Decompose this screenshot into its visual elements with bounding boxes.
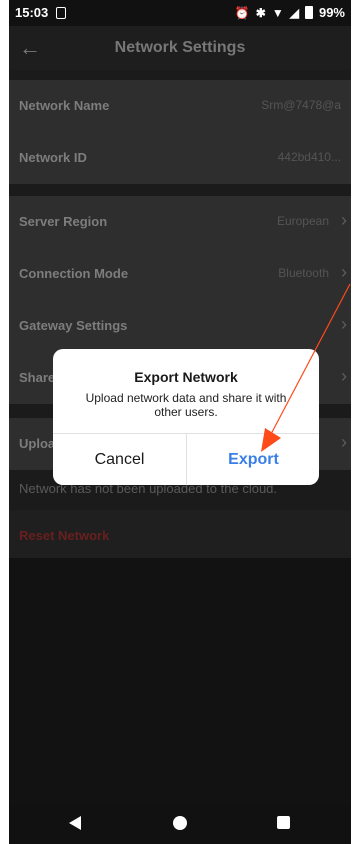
- reset-network-label: Reset Network: [19, 528, 110, 543]
- status-time: 15:03: [15, 5, 49, 20]
- export-button[interactable]: Export: [187, 434, 319, 485]
- dialog-message: Upload network data and share it with ot…: [85, 391, 287, 419]
- app-header: ← Network Settings: [9, 26, 351, 70]
- chevron-right-icon: ›: [341, 366, 347, 386]
- chevron-right-icon: ›: [341, 432, 347, 452]
- reset-network-row[interactable]: Reset Network: [9, 510, 351, 558]
- app-screen: 15:03 ⏰ ✱ ▼ ◢ 99% ← Network Settings Net…: [9, 0, 351, 844]
- signal-icon: ◢: [289, 5, 299, 20]
- status-icons: ⏰ ✱ ▼ ◢ 99%: [235, 5, 345, 20]
- battery-percent: 99%: [318, 5, 345, 20]
- connection-mode-row[interactable]: Connection Mode Bluetooth ›: [9, 248, 351, 300]
- chevron-right-icon: ›: [341, 314, 347, 334]
- network-name-label: Network Name: [19, 98, 110, 113]
- server-region-label: Server Region: [19, 214, 108, 229]
- battery-icon: [304, 6, 313, 19]
- share-label: Share: [19, 370, 56, 385]
- nav-home-icon[interactable]: [173, 816, 187, 830]
- sim-icon: [56, 7, 66, 19]
- server-region-value: European: [276, 214, 329, 228]
- dialog-title: Export Network: [134, 369, 238, 385]
- export-network-dialog: Export Network Upload network data and s…: [53, 349, 319, 485]
- connection-mode-value: Bluetooth: [278, 266, 329, 280]
- wifi-icon: ▼: [271, 5, 284, 20]
- network-name-value: Srm@7478@a: [261, 98, 341, 112]
- connection-mode-label: Connection Mode: [19, 266, 129, 281]
- network-id-row[interactable]: Network ID 442bd410...: [9, 132, 351, 184]
- alarm-icon: ⏰: [234, 5, 250, 20]
- cancel-button[interactable]: Cancel: [53, 434, 186, 485]
- gateway-settings-row[interactable]: Gateway Settings ›: [9, 300, 351, 352]
- page-title: Network Settings: [114, 39, 246, 56]
- system-nav-bar: [9, 804, 351, 844]
- section-divider: [9, 184, 351, 196]
- network-id-label: Network ID: [19, 150, 87, 165]
- network-name-row[interactable]: Network Name Srm@7478@a: [9, 80, 351, 132]
- status-bar: 15:03 ⏰ ✱ ▼ ◢ 99%: [9, 0, 351, 26]
- nav-recents-icon[interactable]: [277, 816, 290, 829]
- gateway-settings-label: Gateway Settings: [19, 318, 128, 333]
- bluetooth-icon: ✱: [255, 5, 266, 20]
- empty-area: [9, 558, 351, 806]
- server-region-row[interactable]: Server Region European ›: [9, 196, 351, 248]
- section-divider: [9, 70, 351, 80]
- upload-label: Uploa: [19, 436, 56, 451]
- nav-back-icon[interactable]: [69, 816, 81, 830]
- chevron-right-icon: ›: [341, 262, 347, 282]
- chevron-right-icon: ›: [341, 210, 347, 230]
- network-id-value: 442bd410...: [277, 150, 341, 164]
